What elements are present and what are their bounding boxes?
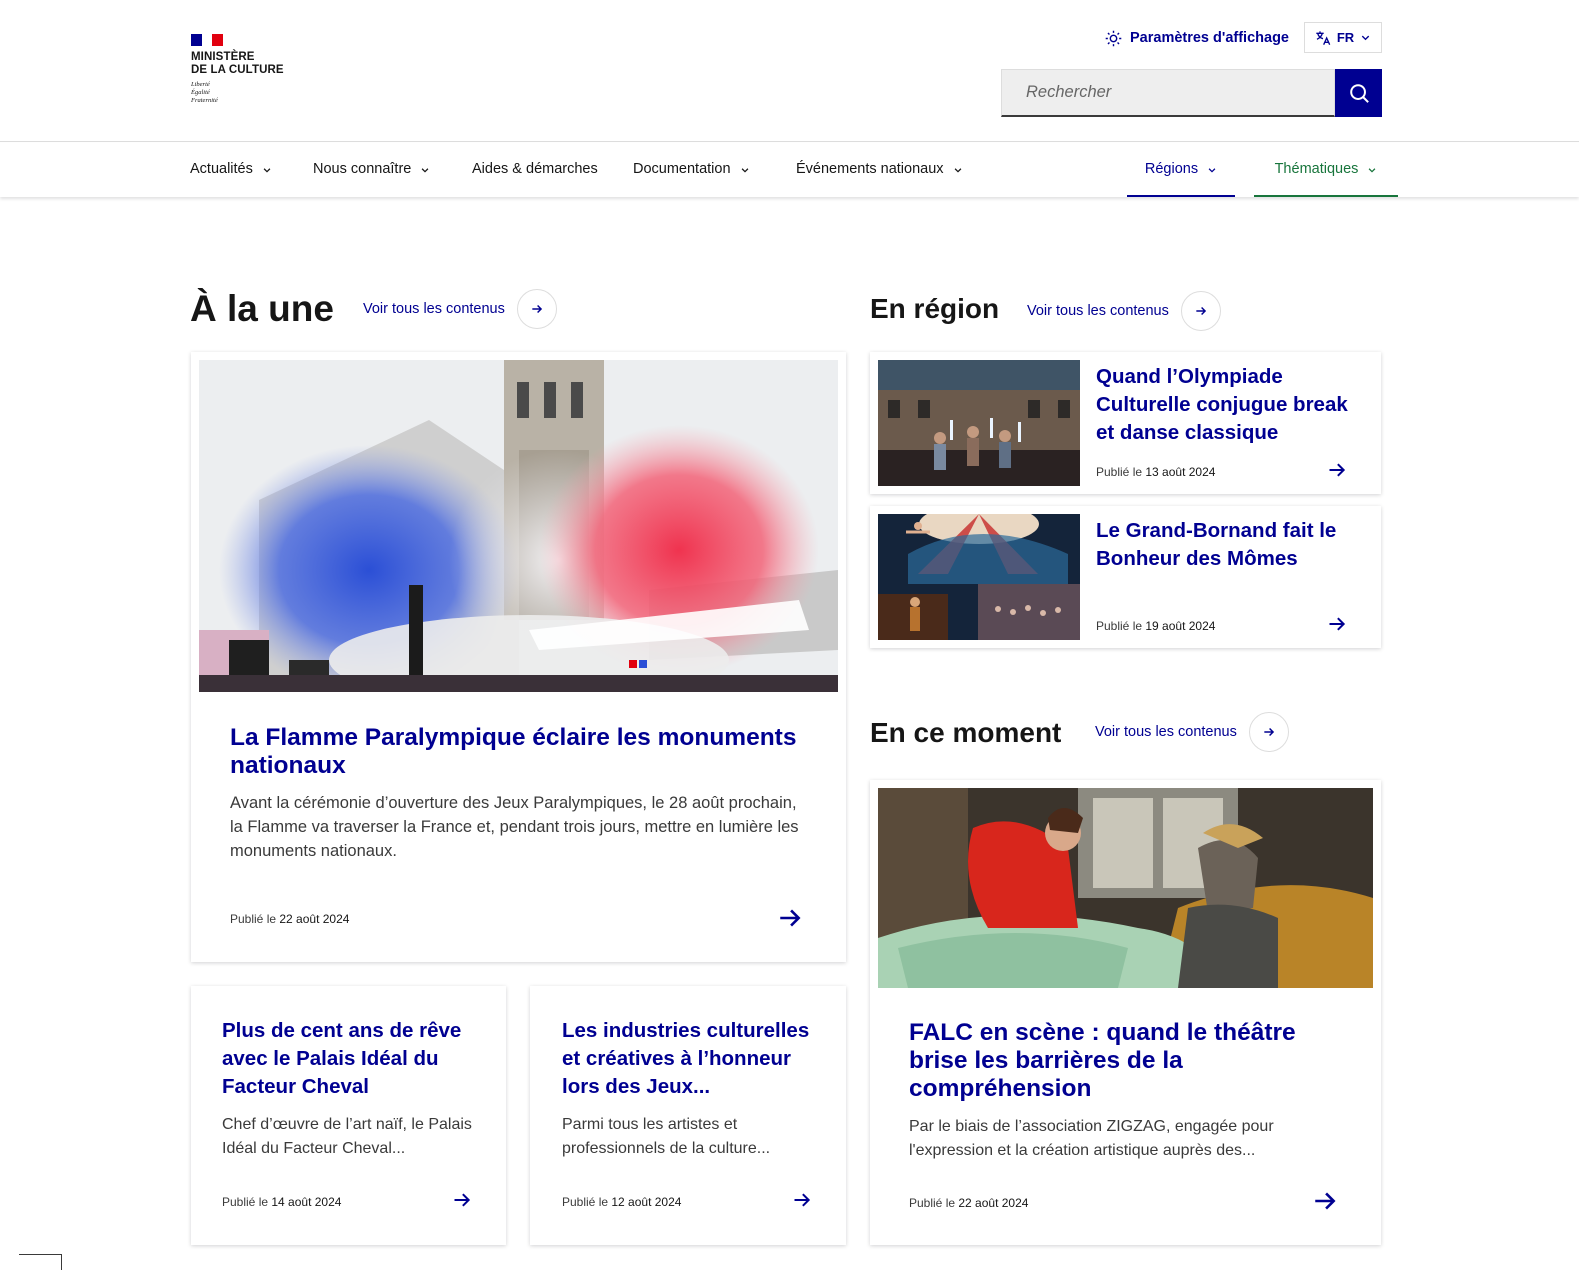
search-bar bbox=[1001, 69, 1382, 117]
article-desc: Chef d’œuvre de l’art naïf, le Palais Id… bbox=[222, 1116, 472, 1157]
region-article-date: Publié le 19 août 2024 bbox=[1096, 619, 1215, 633]
published-label: Publié le bbox=[230, 912, 277, 926]
region-article-date: Publié le 13 août 2024 bbox=[1096, 465, 1215, 479]
sun-icon bbox=[1105, 30, 1122, 46]
arrow-right-icon[interactable] bbox=[1327, 460, 1347, 480]
nav-label: Thématiques bbox=[1274, 161, 1359, 177]
display-settings-label: Paramètres d'affichage bbox=[1130, 30, 1289, 46]
nav-label: Régions bbox=[1144, 161, 1199, 177]
arrow-right-icon[interactable] bbox=[1312, 1188, 1338, 1214]
published-date: 22 août 2024 bbox=[958, 1196, 1029, 1210]
arrow-right-icon bbox=[1180, 291, 1221, 331]
featured-article-card[interactable]: La Flamme Paralympique éclaire les monum… bbox=[191, 352, 846, 962]
published-date: 19 août 2024 bbox=[1145, 619, 1216, 633]
translate-icon bbox=[1316, 30, 1331, 45]
motto-fraternite: Fraternité bbox=[191, 97, 218, 104]
see-all-label: Voir tous les contenus bbox=[363, 301, 505, 317]
published-label: Publié le bbox=[222, 1195, 269, 1209]
see-all-a-la-une-link[interactable]: Voir tous les contenus bbox=[363, 289, 557, 329]
arrow-right-icon bbox=[1248, 712, 1289, 752]
featured-image-flame bbox=[199, 360, 838, 692]
nav-item-thematiques[interactable]: Thématiques bbox=[1254, 143, 1398, 197]
main-navigation: Actualités Nous connaître Aides & démarc… bbox=[0, 143, 1579, 197]
article-date: Publié le 12 août 2024 bbox=[562, 1195, 681, 1209]
region-card-grand-bornand[interactable]: Le Grand-Bornand fait le Bonheur des Môm… bbox=[870, 506, 1381, 648]
chevron-down-icon bbox=[421, 167, 429, 173]
search-input[interactable] bbox=[1001, 69, 1335, 117]
nav-label: Actualités bbox=[190, 161, 253, 177]
site-header: MINISTÈRE DE LA CULTURE Liberté Égalité … bbox=[0, 0, 1579, 142]
published-label: Publié le bbox=[1096, 465, 1143, 479]
french-flag-icon bbox=[191, 34, 224, 46]
published-label: Publié le bbox=[562, 1195, 609, 1209]
arrow-right-icon[interactable] bbox=[452, 1190, 472, 1210]
region-card-olympiade[interactable]: Quand l’Olympiade Culturelle conjugue br… bbox=[870, 352, 1381, 494]
arrow-right-icon bbox=[516, 289, 557, 329]
article-date: Publié le 14 août 2024 bbox=[222, 1195, 341, 1209]
article-title[interactable]: Plus de cent ans de rêve avec le Palais … bbox=[222, 1017, 482, 1101]
article-card-industries-culturelles[interactable]: Les industries culturelles et créatives … bbox=[530, 986, 846, 1245]
moment-image-theatre bbox=[878, 788, 1373, 988]
region-image-circus bbox=[878, 514, 1080, 640]
chevron-down-icon bbox=[741, 167, 748, 173]
nav-item-aides-demarches[interactable]: Aides & démarches bbox=[472, 143, 598, 195]
logo-name-line2: DE LA CULTURE bbox=[191, 64, 284, 76]
see-all-en-region-link[interactable]: Voir tous les contenus bbox=[1027, 291, 1221, 331]
moment-article-desc: Par le biais de l’association ZIGZAG, en… bbox=[909, 1118, 1274, 1159]
search-button[interactable] bbox=[1335, 69, 1382, 117]
nav-item-nous-connaitre[interactable]: Nous connaître bbox=[313, 143, 430, 195]
arrow-right-icon[interactable] bbox=[1327, 614, 1347, 634]
search-icon bbox=[1349, 84, 1369, 103]
logo-name-line1: MINISTÈRE bbox=[191, 51, 255, 63]
featured-article-title[interactable]: La Flamme Paralympique éclaire les monum… bbox=[230, 724, 810, 780]
section-title-a-la-une: À la une bbox=[190, 288, 334, 329]
section-title-en-ce-moment: En ce moment bbox=[870, 717, 1062, 748]
published-date: 14 août 2024 bbox=[271, 1195, 342, 1209]
chevron-down-icon bbox=[1361, 35, 1370, 41]
display-settings-button[interactable]: Paramètres d'affichage bbox=[1105, 27, 1289, 49]
published-date: 22 août 2024 bbox=[279, 912, 350, 926]
moment-article-card[interactable]: FALC en scène : quand le théâtre brise l… bbox=[870, 780, 1381, 1245]
chevron-down-icon bbox=[1369, 167, 1376, 173]
nav-label: Aides & démarches bbox=[472, 161, 598, 177]
see-all-label: Voir tous les contenus bbox=[1027, 303, 1169, 319]
nav-item-documentation[interactable]: Documentation bbox=[633, 143, 750, 195]
nav-label: Nous connaître bbox=[313, 161, 412, 177]
featured-article-date: Publié le 22 août 2024 bbox=[230, 912, 349, 926]
article-desc: Parmi tous les artistes et professionnel… bbox=[562, 1116, 771, 1157]
region-image-dancers bbox=[878, 360, 1080, 486]
region-article-title[interactable]: Le Grand-Bornand fait le Bonheur des Môm… bbox=[1096, 517, 1356, 573]
published-date: 13 août 2024 bbox=[1145, 465, 1216, 479]
section-title-en-region: En région bbox=[870, 293, 1000, 324]
chevron-down-icon bbox=[954, 167, 961, 173]
language-label: FR bbox=[1336, 30, 1355, 45]
chevron-down-icon bbox=[1208, 167, 1216, 173]
article-title[interactable]: Les industries culturelles et créatives … bbox=[562, 1017, 822, 1101]
featured-article-desc: Avant la cérémonie d’ouverture des Jeux … bbox=[230, 794, 799, 860]
motto-liberte: Liberté bbox=[191, 81, 210, 88]
published-date: 12 août 2024 bbox=[611, 1195, 682, 1209]
region-article-title[interactable]: Quand l’Olympiade Culturelle conjugue br… bbox=[1096, 363, 1356, 447]
arrow-right-icon[interactable] bbox=[777, 905, 803, 931]
nav-label: Documentation bbox=[633, 161, 731, 177]
moment-article-title[interactable]: FALC en scène : quand le théâtre brise l… bbox=[909, 1019, 1339, 1103]
published-label: Publié le bbox=[1096, 619, 1143, 633]
published-label: Publié le bbox=[909, 1196, 956, 1210]
ministry-logo[interactable]: MINISTÈRE DE LA CULTURE Liberté Égalité … bbox=[191, 34, 301, 105]
motto-egalite: Égalité bbox=[191, 89, 210, 96]
language-selector[interactable]: FR bbox=[1304, 22, 1382, 53]
nav-item-regions[interactable]: Régions bbox=[1127, 143, 1235, 197]
bottom-left-frame-edge bbox=[19, 1254, 62, 1270]
moment-article-date: Publié le 22 août 2024 bbox=[909, 1196, 1028, 1210]
arrow-right-icon[interactable] bbox=[792, 1190, 812, 1210]
see-all-en-ce-moment-link[interactable]: Voir tous les contenus bbox=[1095, 712, 1289, 752]
nav-item-evenements-nationaux[interactable]: Événements nationaux bbox=[796, 143, 963, 195]
chevron-down-icon bbox=[263, 167, 271, 173]
see-all-label: Voir tous les contenus bbox=[1095, 724, 1237, 740]
nav-label: Événements nationaux bbox=[796, 161, 944, 177]
nav-item-actualites[interactable]: Actualités bbox=[190, 143, 272, 195]
article-card-facteur-cheval[interactable]: Plus de cent ans de rêve avec le Palais … bbox=[191, 986, 506, 1245]
